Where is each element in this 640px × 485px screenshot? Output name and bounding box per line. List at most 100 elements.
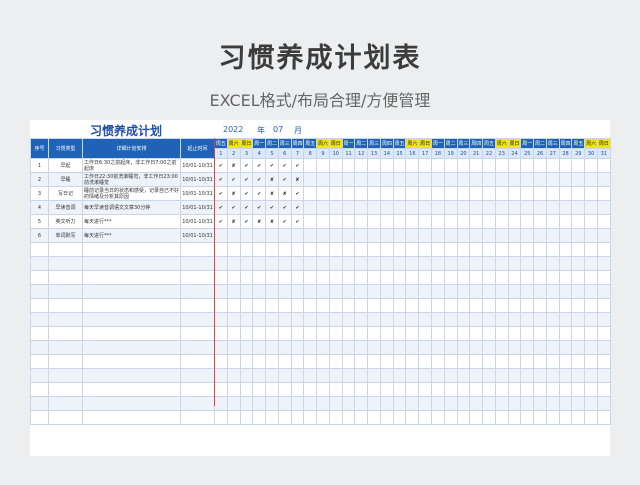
day-cell[interactable] xyxy=(367,214,381,229)
empty-cell[interactable] xyxy=(456,256,471,271)
empty-cell[interactable] xyxy=(354,326,369,341)
empty-cell[interactable] xyxy=(290,242,305,257)
empty-cell[interactable] xyxy=(482,242,496,257)
empty-cell[interactable] xyxy=(545,340,560,355)
check-icon[interactable]: ✔ xyxy=(252,158,267,173)
empty-cell[interactable] xyxy=(48,270,83,285)
empty-cell[interactable] xyxy=(596,396,611,411)
date-range[interactable]: 10/01-10/31 xyxy=(180,200,215,215)
day-cell[interactable] xyxy=(520,228,535,243)
empty-cell[interactable] xyxy=(265,340,279,355)
date-range[interactable]: 10/01-10/31 xyxy=(180,172,215,187)
day-cell[interactable] xyxy=(341,186,356,201)
empty-cell[interactable] xyxy=(469,354,484,369)
empty-cell[interactable] xyxy=(443,368,458,383)
empty-cell[interactable] xyxy=(82,242,181,257)
empty-cell[interactable] xyxy=(239,270,254,285)
empty-cell[interactable] xyxy=(392,326,407,341)
day-cell[interactable] xyxy=(456,228,471,243)
habit-type[interactable]: 单词默写 xyxy=(48,228,83,243)
empty-cell[interactable] xyxy=(354,382,369,397)
row-number[interactable]: 5 xyxy=(30,214,49,229)
empty-cell[interactable] xyxy=(405,410,420,425)
empty-cell[interactable] xyxy=(82,396,181,411)
empty-cell[interactable] xyxy=(214,326,228,341)
empty-cell[interactable] xyxy=(545,298,560,313)
day-cell[interactable] xyxy=(482,228,496,243)
empty-cell[interactable] xyxy=(558,410,573,425)
empty-cell[interactable] xyxy=(494,368,509,383)
empty-cell[interactable] xyxy=(379,298,394,313)
day-cell[interactable] xyxy=(379,214,394,229)
day-cell[interactable] xyxy=(571,158,586,173)
empty-cell[interactable] xyxy=(30,312,49,327)
day-cell[interactable] xyxy=(405,214,420,229)
empty-cell[interactable] xyxy=(277,256,292,271)
empty-cell[interactable] xyxy=(239,312,254,327)
empty-cell[interactable] xyxy=(180,382,215,397)
day-cell[interactable] xyxy=(456,214,471,229)
day-cell[interactable] xyxy=(341,228,356,243)
day-cell[interactable] xyxy=(392,158,407,173)
day-cell[interactable] xyxy=(494,186,509,201)
empty-cell[interactable] xyxy=(265,368,279,383)
day-cell[interactable] xyxy=(379,200,394,215)
empty-cell[interactable] xyxy=(316,382,330,397)
empty-cell[interactable] xyxy=(354,354,369,369)
empty-cell[interactable] xyxy=(482,270,496,285)
habit-detail[interactable]: 工作日22:30前洗漱睡觉，非工作日23:00前洗漱睡觉 xyxy=(82,172,181,187)
empty-cell[interactable] xyxy=(30,298,49,313)
empty-cell[interactable] xyxy=(405,284,420,299)
day-cell[interactable] xyxy=(341,172,356,187)
empty-cell[interactable] xyxy=(405,326,420,341)
empty-cell[interactable] xyxy=(180,326,215,341)
day-cell[interactable] xyxy=(482,200,496,215)
empty-cell[interactable] xyxy=(443,410,458,425)
check-icon[interactable]: ✔ xyxy=(265,158,279,173)
empty-cell[interactable] xyxy=(239,410,254,425)
empty-cell[interactable] xyxy=(482,326,496,341)
day-cell[interactable] xyxy=(367,158,381,173)
empty-cell[interactable] xyxy=(82,298,181,313)
day-cell[interactable] xyxy=(316,200,330,215)
empty-cell[interactable] xyxy=(290,354,305,369)
empty-cell[interactable] xyxy=(571,242,586,257)
empty-cell[interactable] xyxy=(354,396,369,411)
empty-cell[interactable] xyxy=(214,256,228,271)
empty-cell[interactable] xyxy=(214,410,228,425)
day-cell[interactable] xyxy=(405,200,420,215)
empty-cell[interactable] xyxy=(214,298,228,313)
empty-cell[interactable] xyxy=(418,368,433,383)
day-cell[interactable] xyxy=(431,172,445,187)
empty-cell[interactable] xyxy=(558,368,573,383)
day-cell[interactable] xyxy=(494,172,509,187)
empty-cell[interactable] xyxy=(418,340,433,355)
check-icon[interactable]: ✔ xyxy=(265,200,279,215)
empty-cell[interactable] xyxy=(507,410,522,425)
empty-cell[interactable] xyxy=(303,270,318,285)
empty-cell[interactable] xyxy=(82,340,181,355)
empty-cell[interactable] xyxy=(367,242,381,257)
empty-cell[interactable] xyxy=(48,298,83,313)
empty-cell[interactable] xyxy=(239,396,254,411)
check-icon[interactable]: ✔ xyxy=(290,158,305,173)
empty-cell[interactable] xyxy=(214,368,228,383)
empty-cell[interactable] xyxy=(277,410,292,425)
empty-cell[interactable] xyxy=(328,270,343,285)
day-cell[interactable] xyxy=(533,172,547,187)
empty-cell[interactable] xyxy=(82,256,181,271)
empty-cell[interactable] xyxy=(303,326,318,341)
empty-cell[interactable] xyxy=(533,368,547,383)
day-cell[interactable] xyxy=(367,172,381,187)
empty-cell[interactable] xyxy=(239,298,254,313)
day-cell[interactable] xyxy=(482,172,496,187)
day-cell[interactable] xyxy=(571,200,586,215)
empty-cell[interactable] xyxy=(265,298,279,313)
empty-cell[interactable] xyxy=(507,396,522,411)
empty-cell[interactable] xyxy=(328,284,343,299)
empty-cell[interactable] xyxy=(456,312,471,327)
empty-cell[interactable] xyxy=(180,340,215,355)
empty-cell[interactable] xyxy=(494,256,509,271)
empty-cell[interactable] xyxy=(30,354,49,369)
empty-cell[interactable] xyxy=(367,368,381,383)
